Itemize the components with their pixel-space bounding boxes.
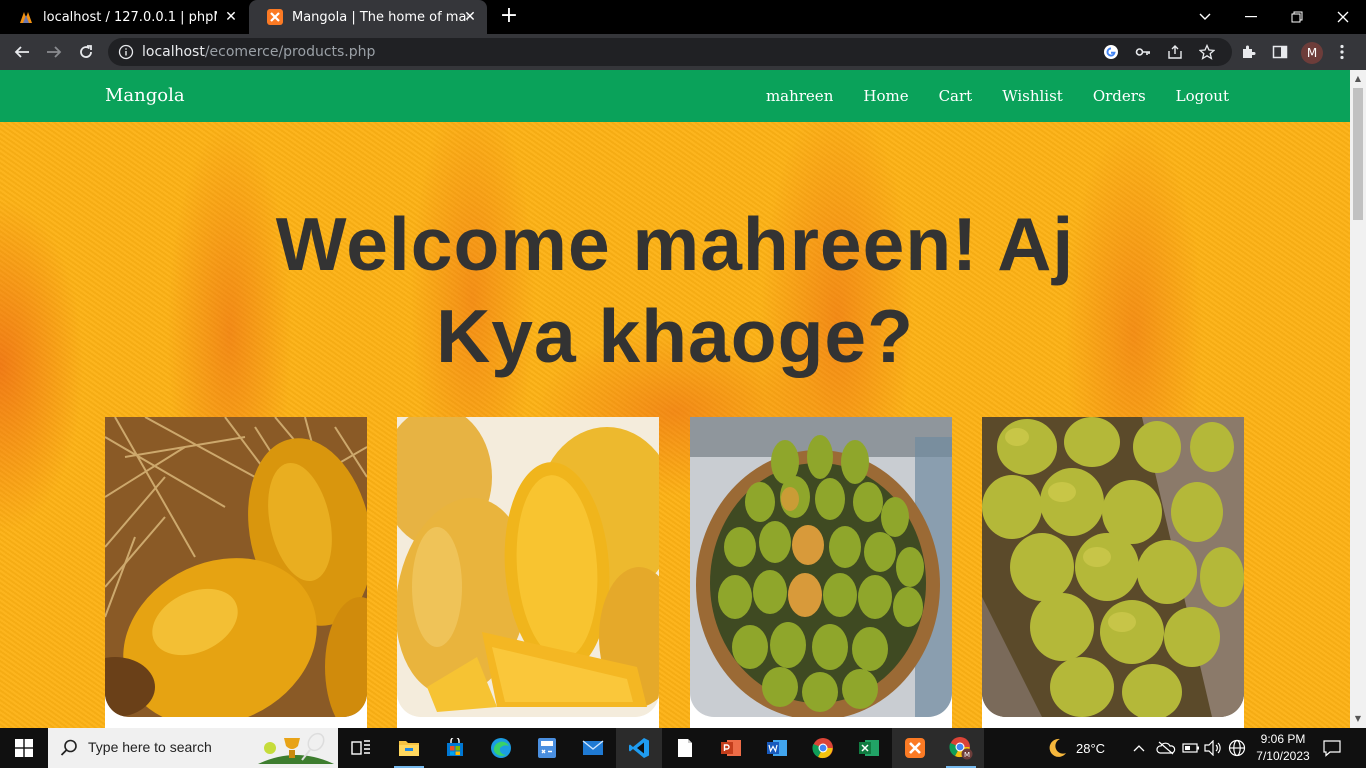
mango-on-straw-image[interactable]: [105, 417, 367, 717]
tab-title: Mangola | The home of mangoes: [292, 9, 468, 25]
reload-icon[interactable]: [72, 38, 100, 66]
close-tab-icon[interactable]: ✕: [222, 8, 240, 26]
welcome-heading: Welcome mahreen! Aj Kya khaoge?: [150, 198, 1200, 382]
close-tab-icon[interactable]: ✕: [461, 8, 479, 26]
search-placeholder: Type here to search: [88, 739, 212, 755]
weather-widget[interactable]: 28°C: [1046, 728, 1105, 768]
battery-icon[interactable]: [1182, 728, 1200, 768]
bookmark-star-icon[interactable]: [1198, 43, 1216, 61]
taskbar-clock[interactable]: 9:06 PM 7/10/2023: [1252, 731, 1314, 765]
volume-icon[interactable]: [1204, 728, 1222, 768]
tab-strip: localhost / 127.0.0.1 | phpMyAdmin ✕ Man…: [0, 0, 1366, 34]
language-globe-icon[interactable]: [1228, 728, 1246, 768]
welcome-heading-line1: Welcome mahreen! Aj: [275, 202, 1075, 286]
scroll-down-arrow-icon[interactable]: ▼: [1350, 712, 1366, 726]
google-icon[interactable]: [1102, 43, 1120, 61]
new-tab-button[interactable]: +: [498, 5, 520, 28]
product-card[interactable]: [690, 417, 952, 728]
weather-temp: 28°C: [1076, 740, 1106, 756]
browser-toolbar: localhost/ecomerce/products.php: [0, 34, 1366, 70]
url-host: localhost: [142, 44, 205, 60]
address-bar[interactable]: localhost/ecomerce/products.php: [108, 38, 1232, 66]
clock-time: 9:06 PM: [1260, 732, 1306, 746]
task-view-icon[interactable]: [338, 728, 384, 768]
share-icon[interactable]: [1166, 43, 1184, 61]
edge-icon[interactable]: [478, 728, 524, 768]
brand-logo[interactable]: Mangola: [105, 85, 185, 106]
url-path: /ecomerce/products.php: [204, 44, 376, 60]
nav-home[interactable]: Home: [863, 87, 908, 105]
nav-logout[interactable]: Logout: [1176, 87, 1229, 105]
chrome-profile-icon[interactable]: M: [938, 728, 984, 768]
chrome-icon[interactable]: [800, 728, 846, 768]
xampp-taskbar-icon[interactable]: [892, 728, 938, 768]
clock-date: 7/10/2023: [1256, 749, 1310, 763]
page-viewport: Mangola mahreen Home Cart Wishlist Order…: [0, 70, 1350, 728]
phpmyadmin-icon: [18, 9, 34, 25]
onedrive-icon[interactable]: [1156, 728, 1176, 768]
windows-taskbar: Type here to search M 28°C 9:06 PM 7/10/…: [0, 728, 1366, 768]
tray-chevron-icon[interactable]: [1132, 728, 1146, 768]
product-card[interactable]: [397, 417, 659, 728]
site-info-icon[interactable]: [118, 44, 134, 60]
site-navbar: Mangola mahreen Home Cart Wishlist Order…: [0, 70, 1350, 122]
welcome-heading-line2: Kya khaoge?: [436, 294, 914, 378]
nav-cart[interactable]: Cart: [939, 87, 973, 105]
xampp-icon: [267, 9, 283, 25]
powerpoint-icon[interactable]: [708, 728, 754, 768]
product-card[interactable]: [105, 417, 367, 728]
mango-crate-image[interactable]: [982, 417, 1244, 717]
word-icon[interactable]: [754, 728, 800, 768]
menu-kebab-icon[interactable]: [1332, 42, 1352, 62]
scroll-up-arrow-icon[interactable]: ▲: [1350, 72, 1366, 86]
profile-avatar[interactable]: M: [1301, 42, 1323, 64]
calculator-app-icon[interactable]: [524, 728, 570, 768]
forward-arrow-icon[interactable]: [40, 38, 68, 66]
nav-username[interactable]: mahreen: [766, 87, 833, 105]
file-explorer-icon[interactable]: [386, 728, 432, 768]
restore-button[interactable]: [1274, 0, 1320, 34]
scrollbar-thumb[interactable]: [1353, 88, 1363, 220]
search-highlight-icon: [258, 732, 334, 768]
nav-wishlist[interactable]: Wishlist: [1002, 87, 1063, 105]
notifications-icon[interactable]: [1322, 728, 1342, 768]
page-scrollbar[interactable]: ▲ ▼: [1350, 70, 1366, 728]
back-arrow-icon[interactable]: [8, 38, 36, 66]
minimize-button[interactable]: [1228, 0, 1274, 34]
url-text: localhost/ecomerce/products.php: [142, 44, 375, 60]
tab-phpmyadmin[interactable]: localhost / 127.0.0.1 | phpMyAdmin ✕: [0, 0, 248, 34]
excel-icon[interactable]: [846, 728, 892, 768]
vscode-icon[interactable]: [616, 728, 662, 768]
nav-orders[interactable]: Orders: [1093, 87, 1146, 105]
sliced-mango-image[interactable]: [397, 417, 659, 717]
moon-icon: [1046, 737, 1068, 759]
svg-text:M: M: [964, 751, 970, 759]
password-key-icon[interactable]: [1134, 43, 1152, 61]
mail-icon[interactable]: [570, 728, 616, 768]
side-panel-icon[interactable]: [1270, 42, 1290, 62]
document-app-icon[interactable]: [662, 728, 708, 768]
product-card[interactable]: [982, 417, 1244, 728]
windows-start-icon[interactable]: [0, 728, 48, 768]
nav-links: mahreen Home Cart Wishlist Orders Logout: [736, 87, 1229, 105]
mango-basket-image[interactable]: [690, 417, 952, 717]
close-window-button[interactable]: [1320, 0, 1366, 34]
taskbar-search-box[interactable]: Type here to search: [48, 728, 338, 768]
tab-mangola[interactable]: Mangola | The home of mangoes ✕: [249, 0, 487, 34]
microsoft-store-icon[interactable]: [432, 728, 478, 768]
tab-search-chevron-icon[interactable]: [1182, 0, 1228, 34]
extensions-puzzle-icon[interactable]: [1238, 42, 1258, 62]
search-icon: [60, 739, 78, 761]
tab-title: localhost / 127.0.0.1 | phpMyAdmin: [43, 9, 217, 25]
